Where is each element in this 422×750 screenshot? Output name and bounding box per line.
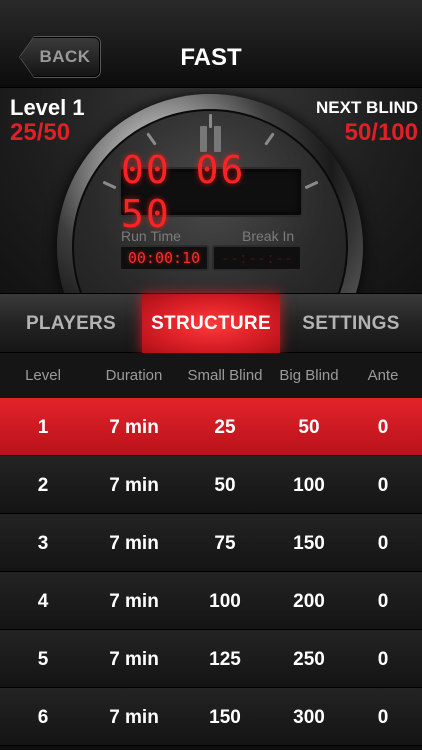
cell-ante: 0 [377, 417, 389, 438]
cell-small-blind: 75 [214, 533, 236, 554]
cell-small-blind: 100 [209, 591, 241, 612]
cell-duration: 7 min [109, 591, 159, 612]
tab-bar: PLAYERS STRUCTURE SETTINGS [0, 293, 422, 354]
cell-ante: 0 [377, 707, 389, 728]
cell-level: 6 [37, 707, 49, 728]
cell-small-blind: 125 [209, 649, 241, 670]
cell-level: 1 [37, 417, 49, 438]
tab-structure[interactable]: STRUCTURE [142, 294, 280, 354]
current-level-label: Level 1 [10, 95, 85, 120]
next-blinds: 50/100 [344, 119, 418, 146]
cell-duration: 7 min [109, 417, 159, 438]
run-time-label: Run Time [121, 228, 181, 244]
cell-big-blind: 300 [293, 707, 325, 728]
cell-small-blind: 25 [214, 417, 236, 438]
cell-level: 5 [37, 649, 49, 670]
cell-small-blind: 50 [214, 475, 236, 496]
cell-ante: 0 [377, 475, 389, 496]
run-time-display: 00:00:10 [119, 245, 209, 271]
cell-duration: 7 min [109, 475, 159, 496]
next-blind-label: NEXT BLIND [316, 98, 418, 117]
cell-big-blind: 200 [293, 591, 325, 612]
structure-table-header: Level Duration Small Blind Big Blind Ant… [0, 353, 422, 398]
table-row[interactable]: 5 7 min 125 250 0 [0, 630, 422, 688]
cell-duration: 7 min [109, 707, 159, 728]
cell-duration: 7 min [109, 533, 159, 554]
cell-small-blind: 150 [209, 707, 241, 728]
tab-settings[interactable]: SETTINGS [280, 294, 422, 354]
cell-big-blind: 150 [293, 533, 325, 554]
structure-table: 1 7 min 25 50 0 2 7 min 50 100 0 3 7 min… [0, 398, 422, 750]
countdown-display: 00 06 50 [119, 148, 303, 236]
cell-ante: 0 [377, 649, 389, 670]
column-header-ante: Ante [367, 367, 399, 384]
table-row[interactable]: 4 7 min 100 200 0 [0, 572, 422, 630]
break-in-label: Break In [242, 228, 295, 244]
table-row[interactable]: 2 7 min 50 100 0 [0, 456, 422, 514]
column-header-duration: Duration [105, 367, 163, 384]
page-title: FAST [180, 44, 242, 71]
current-blinds: 25/50 [10, 119, 71, 146]
cell-duration: 7 min [109, 649, 159, 670]
cell-level: 4 [37, 591, 49, 612]
column-header-big-blind: Big Blind [279, 367, 339, 384]
table-row[interactable]: 1 7 min 25 50 0 [0, 398, 422, 456]
cell-level: 3 [37, 533, 49, 554]
table-row[interactable]: 3 7 min 75 150 0 [0, 514, 422, 572]
column-header-level: Level [25, 367, 61, 384]
tab-players[interactable]: PLAYERS [0, 294, 142, 354]
cell-big-blind: 250 [293, 649, 325, 670]
column-header-small-blind: Small Blind [187, 367, 263, 384]
cell-ante: 0 [377, 591, 389, 612]
cell-big-blind: 50 [298, 417, 320, 438]
table-row[interactable]: 6 7 min 150 300 0 [0, 688, 422, 746]
cell-level: 2 [37, 475, 49, 496]
cell-big-blind: 100 [293, 475, 325, 496]
cell-ante: 0 [377, 533, 389, 554]
nav-bar: BACK FAST [0, 0, 422, 88]
break-in-display: --:--:-- [212, 245, 302, 271]
